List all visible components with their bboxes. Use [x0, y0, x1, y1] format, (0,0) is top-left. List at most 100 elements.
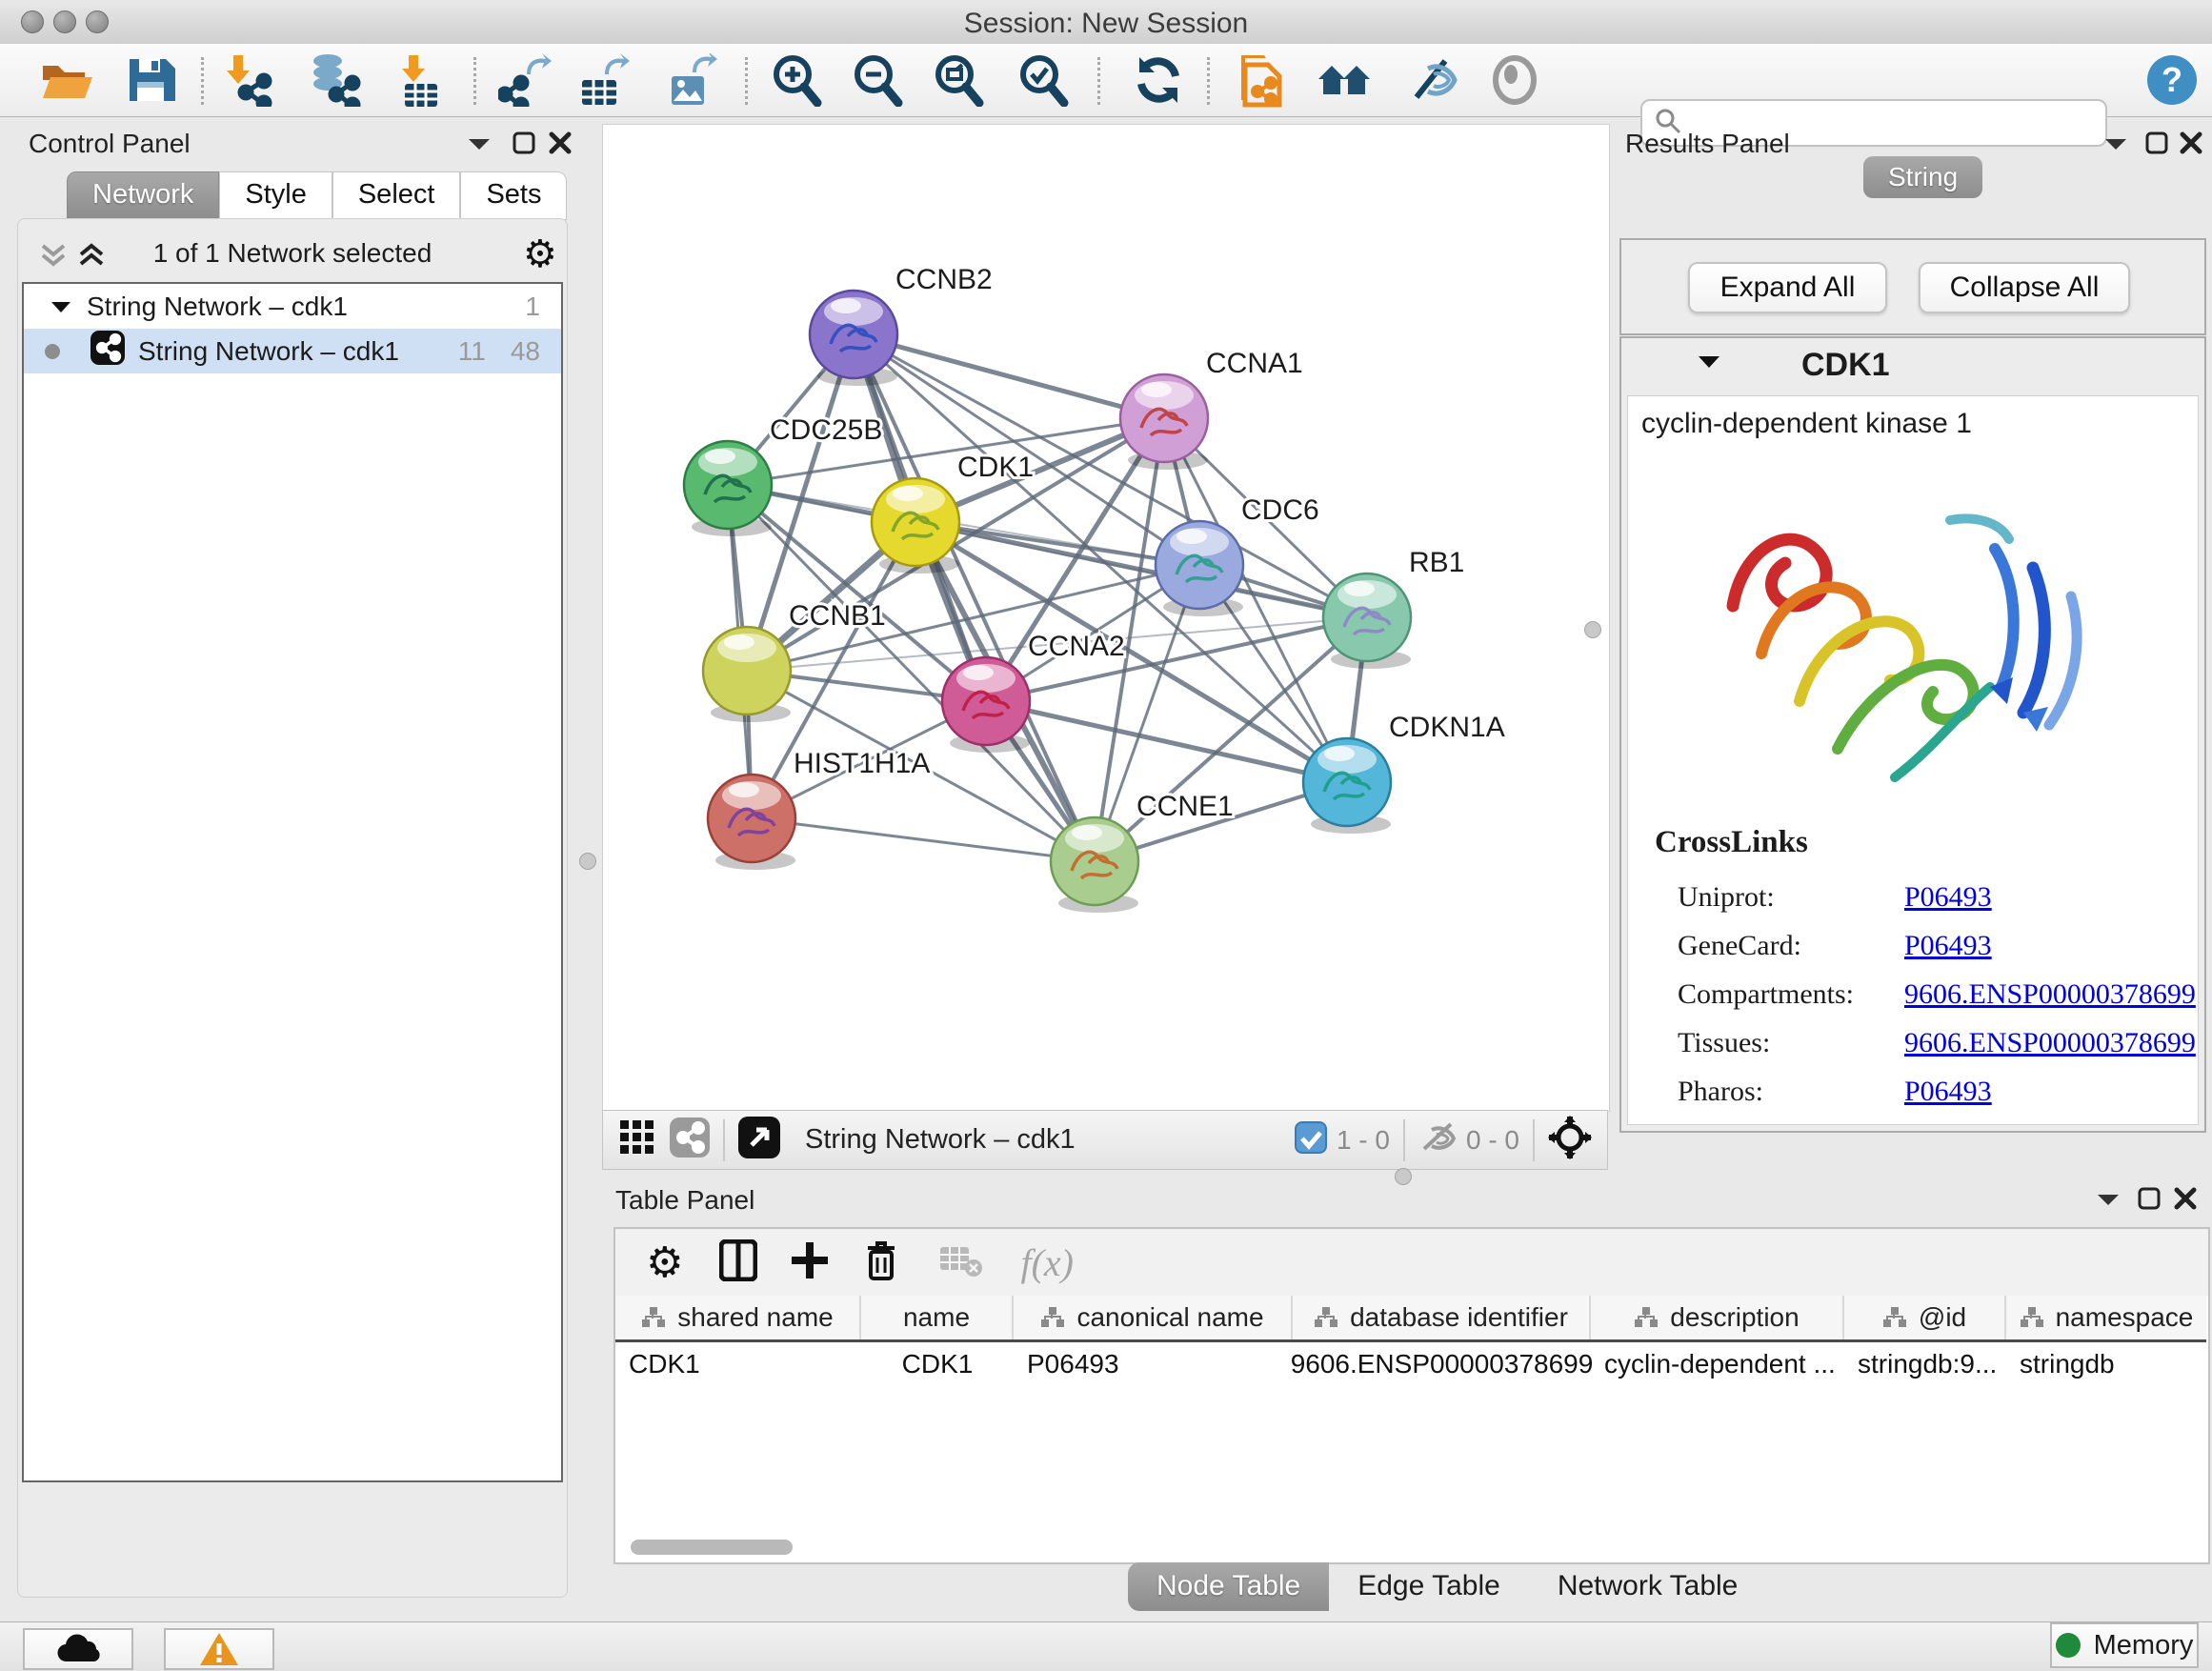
- import-database-icon[interactable]: [298, 53, 371, 107]
- home-network-icon[interactable]: [1309, 53, 1381, 107]
- export-network-icon[interactable]: [489, 53, 561, 107]
- node-label-HIST1H1A: HIST1H1A: [794, 748, 930, 779]
- save-session-icon[interactable]: [114, 53, 187, 107]
- cell-description[interactable]: cyclin-dependent ...: [1591, 1342, 1844, 1386]
- crosslink-value-link[interactable]: P06493: [1904, 1076, 1992, 1107]
- control-panel-tabbar: NetworkStyleSelectSets: [67, 171, 567, 220]
- cell-canonical-name[interactable]: P06493: [1014, 1342, 1293, 1386]
- fit-content-crosshair-icon[interactable]: [1548, 1116, 1592, 1164]
- column-header[interactable]: name: [861, 1296, 1014, 1339]
- delete-column-icon[interactable]: [862, 1238, 900, 1287]
- clear-table-icon[interactable]: [938, 1243, 982, 1282]
- zoom-out-icon[interactable]: [841, 53, 914, 107]
- selected-checkbox-icon[interactable]: [1295, 1121, 1327, 1158]
- share-document-icon[interactable]: [1228, 53, 1300, 107]
- table-options-gear-icon[interactable]: ⚙: [646, 1238, 683, 1287]
- network-collection-row[interactable]: String Network – cdk1 1: [24, 284, 561, 329]
- network-row-selected[interactable]: String Network – cdk1 11 48: [24, 329, 561, 373]
- node-CCNA1[interactable]: CCNA1: [1120, 348, 1303, 470]
- show-columns-icon[interactable]: [719, 1239, 757, 1286]
- crosslink-value-link[interactable]: 9606.ENSP00000378699: [1904, 1027, 2196, 1058]
- tab-node-table[interactable]: Node Table: [1128, 1562, 1329, 1611]
- export-table-icon[interactable]: [567, 53, 639, 107]
- table-panel-menu-icon[interactable]: [2096, 1191, 2121, 1213]
- node-CCNE1[interactable]: CCNE1: [1051, 791, 1234, 913]
- cell-database-identifier[interactable]: 9606.ENSP00000378699: [1293, 1342, 1591, 1386]
- add-column-icon[interactable]: [790, 1240, 830, 1285]
- results-panel-float-icon[interactable]: [2145, 131, 2168, 159]
- control-panel-menu-icon[interactable]: [467, 135, 492, 157]
- cell-namespace[interactable]: stringdb: [2006, 1342, 2206, 1386]
- node-label-CDC6: CDC6: [1241, 494, 1319, 526]
- column-header[interactable]: canonical name: [1014, 1296, 1293, 1339]
- warnings-button[interactable]: [164, 1628, 274, 1670]
- table-horizontal-scrollbar[interactable]: [631, 1540, 793, 1555]
- column-header[interactable]: shared name: [615, 1296, 861, 1339]
- node-HIST1H1A[interactable]: HIST1H1A: [708, 748, 930, 870]
- entry-header[interactable]: CDK1: [1621, 338, 2204, 392]
- tab-string-results[interactable]: String: [1863, 156, 1982, 198]
- crosslink-value-link[interactable]: 9606.ENSP00000378699: [1904, 978, 2196, 1010]
- table-toolbar: ⚙ f(x): [615, 1229, 2208, 1296]
- network-options-gear-icon[interactable]: ⚙: [523, 232, 557, 276]
- crosslink-value-link[interactable]: P06493: [1904, 881, 1992, 913]
- table-row[interactable]: CDK1 CDK1 P06493 9606.ENSP00000378699 cy…: [615, 1342, 2206, 1386]
- node-RB1[interactable]: RB1: [1323, 547, 1464, 669]
- crosslink-value-link[interactable]: P06493: [1904, 930, 1992, 961]
- results-panel-close-icon[interactable]: [2180, 131, 2202, 159]
- tab-edge-table[interactable]: Edge Table: [1329, 1562, 1529, 1611]
- show-all-icon[interactable]: [1478, 53, 1551, 107]
- zoom-fit-icon[interactable]: [922, 53, 995, 107]
- column-header[interactable]: database identifier: [1293, 1296, 1591, 1339]
- import-network-icon[interactable]: [211, 53, 283, 107]
- control-panel-float-icon[interactable]: [513, 131, 535, 159]
- zoom-in-icon[interactable]: [760, 53, 833, 107]
- results-panel: Results Panel String Expand All Collapse…: [1610, 124, 2212, 1170]
- memory-button[interactable]: Memory: [2050, 1622, 2199, 1668]
- node-label-CDK1: CDK1: [957, 452, 1034, 483]
- zoom-selected-icon[interactable]: [1007, 53, 1079, 107]
- edge-HIST1H1A-CCNE1[interactable]: [752, 818, 1095, 861]
- cell-shared-name[interactable]: CDK1: [615, 1342, 861, 1386]
- grid-view-icon[interactable]: [618, 1118, 656, 1161]
- column-header[interactable]: namespace: [2006, 1296, 2206, 1339]
- tab-sets[interactable]: Sets: [460, 171, 567, 220]
- refresh-icon[interactable]: [1122, 53, 1195, 107]
- collection-expander-icon[interactable]: [50, 292, 71, 322]
- cell-name[interactable]: CDK1: [861, 1342, 1014, 1386]
- function-builder-icon[interactable]: f(x): [1020, 1240, 1074, 1285]
- network-view-canvas[interactable]: CCNB2CCNA1CDC25BCDK1CDC6RB1CCNB1CCNA2CDK…: [602, 124, 1610, 1112]
- control-panel: Control Panel NetworkStyleSelectSets 1 o…: [10, 124, 573, 1612]
- network-graph[interactable]: CCNB2CCNA1CDC25BCDK1CDC6RB1CCNB1CCNA2CDK…: [603, 125, 1609, 1111]
- svg-text:?: ?: [2162, 60, 2182, 99]
- column-header[interactable]: description: [1591, 1296, 1844, 1339]
- control-panel-close-icon[interactable]: [549, 131, 572, 159]
- tab-style[interactable]: Style: [219, 171, 332, 220]
- cell-id[interactable]: stringdb:9...: [1844, 1342, 2006, 1386]
- export-image-icon[interactable]: [654, 53, 727, 107]
- selected-count: 1 - 0: [1337, 1125, 1390, 1156]
- tab-select[interactable]: Select: [332, 171, 461, 220]
- birds-eye-view-icon[interactable]: [738, 1117, 780, 1163]
- import-table-icon[interactable]: [383, 53, 455, 107]
- left-splitter-handle[interactable]: [579, 853, 596, 870]
- entry-expander-icon[interactable]: [1698, 354, 1720, 375]
- hidden-eye-icon[interactable]: [1418, 1120, 1458, 1159]
- right-splitter-handle[interactable]: [1584, 621, 1601, 638]
- tab-network-table[interactable]: Network Table: [1529, 1562, 1767, 1611]
- cloud-button[interactable]: [23, 1628, 133, 1670]
- toolbar-separator: [1097, 57, 1100, 105]
- node-CDKN1A[interactable]: CDKN1A: [1303, 712, 1505, 834]
- results-panel-menu-icon[interactable]: [2103, 135, 2128, 157]
- string-view-icon[interactable]: [670, 1117, 710, 1162]
- open-session-icon[interactable]: [30, 53, 103, 107]
- table-panel-float-icon[interactable]: [2138, 1187, 2161, 1215]
- hide-selected-icon[interactable]: [1398, 53, 1470, 107]
- table-panel-close-icon[interactable]: [2174, 1187, 2197, 1215]
- application-window: Session: New Session: [0, 0, 2212, 1671]
- help-icon[interactable]: ?: [2136, 53, 2208, 107]
- column-header[interactable]: @id: [1844, 1296, 2006, 1339]
- tab-network[interactable]: Network: [67, 171, 219, 220]
- collapse-all-button[interactable]: Collapse All: [1919, 262, 2130, 313]
- expand-all-button[interactable]: Expand All: [1688, 262, 1887, 313]
